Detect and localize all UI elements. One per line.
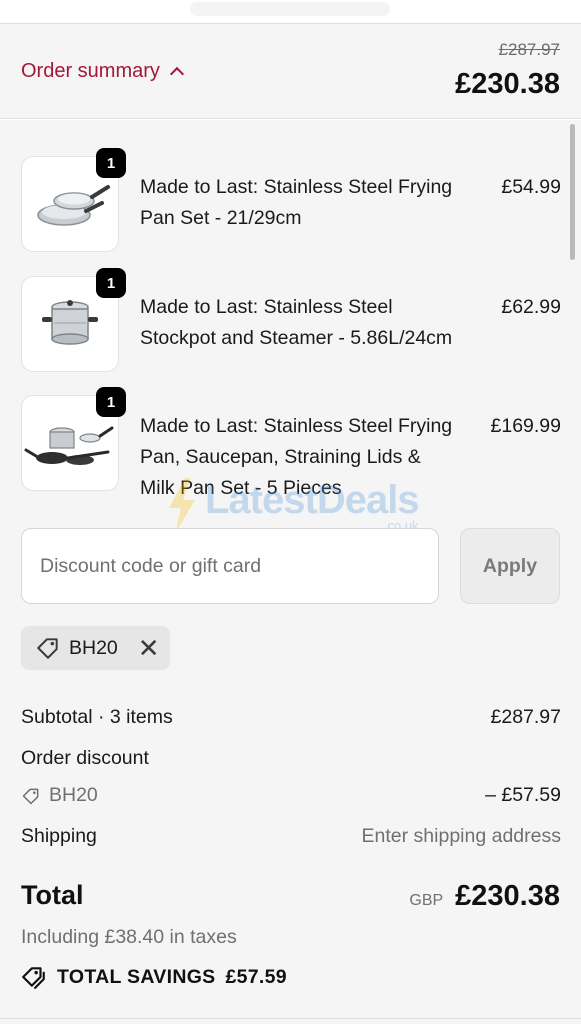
item-name: Made to Last: Stainless Steel Frying Pan… xyxy=(140,176,453,229)
subtotal-value: £287.97 xyxy=(490,706,562,728)
subtotal-row: Subtotal · 3 items £287.97 xyxy=(21,706,561,729)
item-price: £62.99 xyxy=(501,296,561,318)
discount-code-row: BH20 – £57.59 xyxy=(21,784,561,812)
order-summary-content: 1 Made to Last: Stainless Steel Frying P… xyxy=(0,120,581,1024)
quantity-badge: 1 xyxy=(96,148,126,178)
remove-code-icon[interactable]: ✕ xyxy=(138,635,160,661)
top-strip xyxy=(0,0,581,24)
shipping-label: Shipping xyxy=(21,825,97,847)
currency-code: GBP xyxy=(409,892,444,909)
total-savings-value: £57.59 xyxy=(225,965,287,988)
taxes-note: Including £38.40 in taxes xyxy=(21,926,237,948)
divider xyxy=(0,1018,581,1019)
tags-icon xyxy=(22,967,45,989)
summary-total-price: £230.38 xyxy=(455,68,560,100)
order-discount-row: Order discount xyxy=(21,747,561,770)
applied-code-chip: BH20 ✕ xyxy=(21,626,170,670)
tag-icon xyxy=(22,788,39,804)
tag-icon xyxy=(37,638,58,659)
item-name: Made to Last: Stainless Steel Stockpot a… xyxy=(140,296,453,349)
item-price: £169.99 xyxy=(490,415,562,437)
shipping-value: Enter shipping address xyxy=(361,825,561,847)
scrollbar[interactable] xyxy=(570,124,575,260)
order-summary-label: Order summary xyxy=(21,60,160,82)
apply-button[interactable]: Apply xyxy=(460,528,560,604)
chevron-up-icon xyxy=(169,66,184,82)
discount-code-input[interactable] xyxy=(21,528,439,604)
discount-code-label: BH20 xyxy=(49,784,98,806)
total-amount-group: GBP £230.38 xyxy=(409,880,560,913)
line-item: 1 Made to Last: Stainless Steel Stockpot… xyxy=(21,268,561,376)
top-strip-blur xyxy=(190,2,390,16)
total-label: Total xyxy=(21,880,84,910)
order-discount-label: Order discount xyxy=(21,747,149,769)
total-savings: TOTAL SAVINGS £57.59 xyxy=(21,964,287,990)
applied-code-label: BH20 xyxy=(69,636,118,659)
quantity-badge: 1 xyxy=(96,268,126,298)
item-name: Made to Last: Stainless Steel Frying Pan… xyxy=(140,415,453,499)
subtotal-label: Subtotal · 3 items xyxy=(21,706,173,728)
line-item: 1 Made to Last: Stainless Steel Frying P… xyxy=(21,148,561,256)
total-amount: £230.38 xyxy=(455,880,560,912)
order-summary-toggle[interactable]: Order summary xyxy=(21,60,184,83)
item-price: £54.99 xyxy=(501,176,561,198)
original-price: £287.97 xyxy=(498,40,560,59)
quantity-badge: 1 xyxy=(96,387,126,417)
total-savings-label: TOTAL SAVINGS xyxy=(57,965,216,988)
discount-value: – £57.59 xyxy=(485,784,561,806)
order-summary-bar: Order summary £287.97 £230.38 xyxy=(0,24,581,119)
shipping-row: Shipping Enter shipping address xyxy=(21,825,561,848)
line-item: 1 Made to Last: Stainless Steel Frying P… xyxy=(21,387,562,515)
